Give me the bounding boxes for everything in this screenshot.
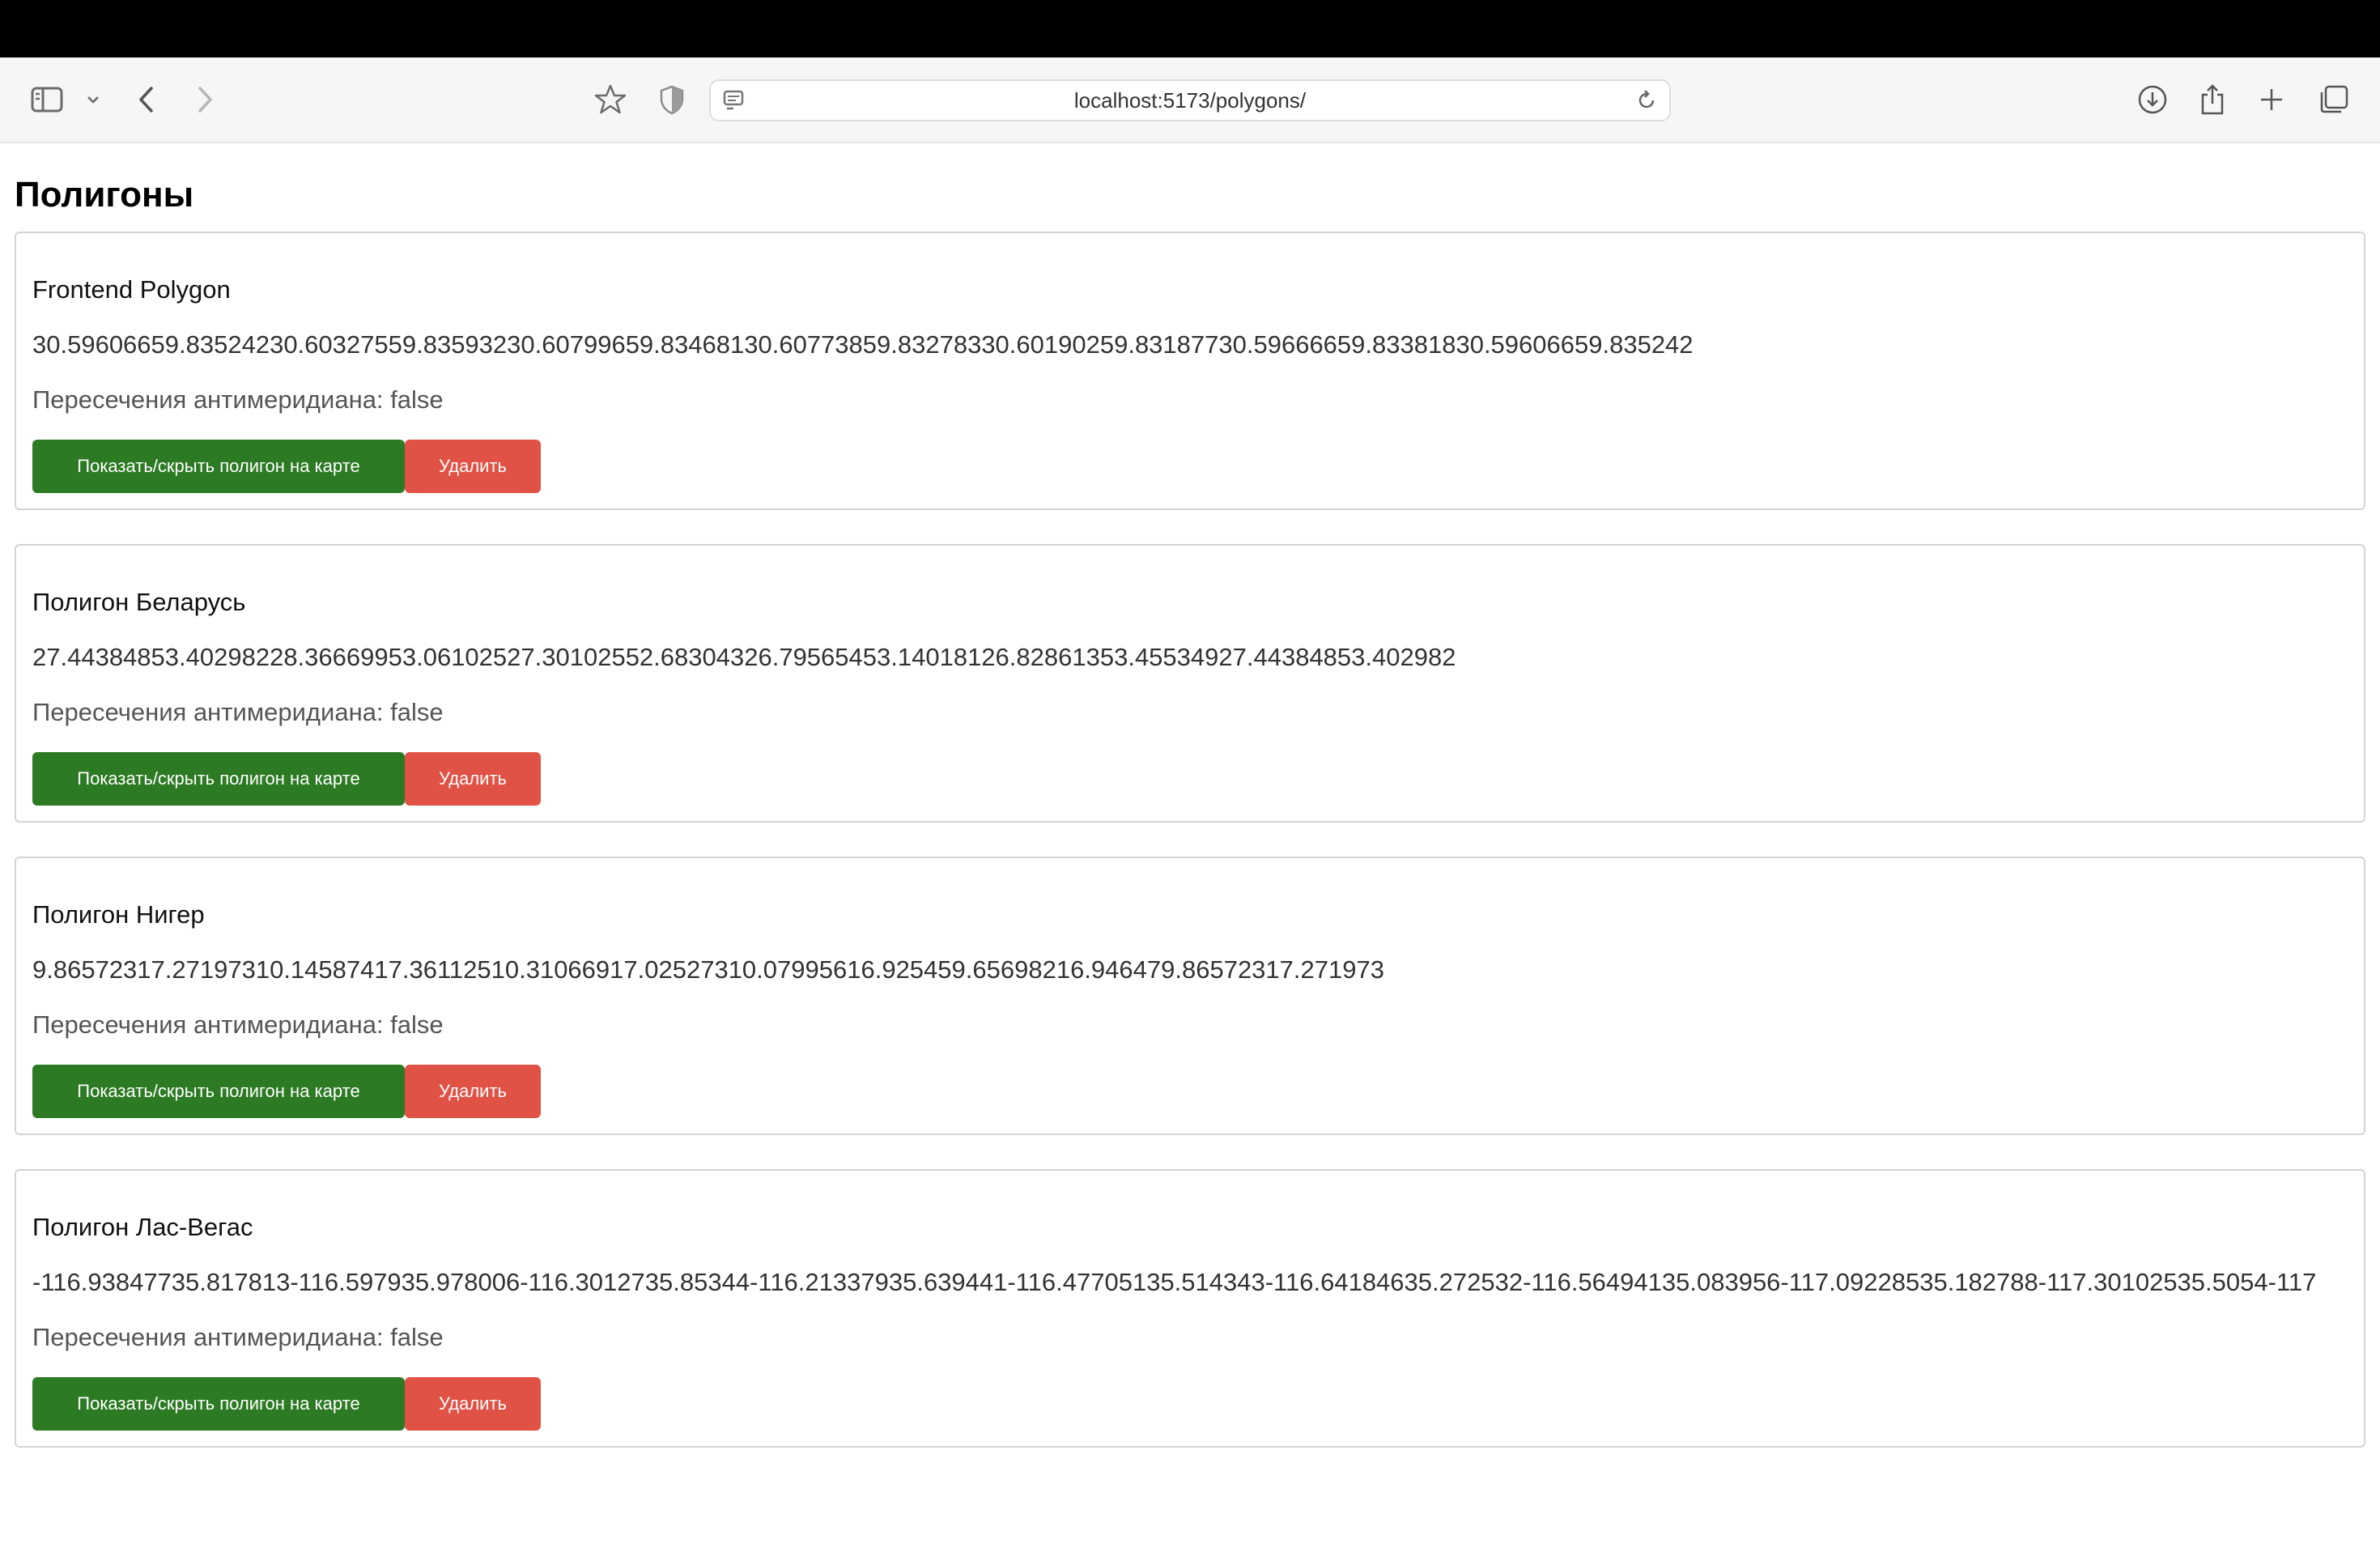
chevron-down-icon[interactable] — [86, 94, 100, 105]
plus-icon[interactable] — [2259, 87, 2284, 113]
polygon-card: Полигон Нигер 9.86572317.27197310.145874… — [15, 857, 2365, 1135]
toggle-polygon-button[interactable]: Показать/скрыть полигон на карте — [32, 1065, 405, 1118]
address-bar[interactable]: localhost:5173/polygons/ — [709, 79, 1671, 121]
polygon-antimeridian: Пересечения антимеридиана: false — [32, 385, 444, 414]
polygon-card: Полигон Лас-Вегас -116.93847735.817813-1… — [15, 1169, 2365, 1448]
reload-icon[interactable] — [1635, 89, 1658, 112]
url-text[interactable]: localhost:5173/polygons/ — [711, 81, 1669, 120]
polygon-name: Frontend Polygon — [32, 275, 231, 304]
polygon-list: Frontend Polygon 30.59606659.83524230.60… — [15, 232, 2365, 1448]
share-icon[interactable] — [2199, 83, 2226, 116]
polygon-name: Полигон Нигер — [32, 900, 205, 929]
back-arrow-icon[interactable] — [136, 85, 157, 114]
polygon-actions: Показать/скрыть полигон на карте Удалить — [32, 752, 541, 806]
tabs-overview-icon[interactable] — [2318, 84, 2349, 115]
polygon-actions: Показать/скрыть полигон на карте Удалить — [32, 1377, 541, 1431]
polygon-antimeridian: Пересечения антимеридиана: false — [32, 1010, 444, 1039]
polygon-coordinates: 30.59606659.83524230.60327559.83593230.6… — [32, 330, 1694, 359]
window-top-bar — [0, 0, 2380, 57]
polygon-antimeridian: Пересечения антимеридиана: false — [32, 698, 444, 726]
star-icon[interactable] — [594, 83, 627, 116]
shield-icon[interactable] — [659, 84, 685, 115]
polygon-coordinates: 27.44384853.40298228.36669953.06102527.3… — [32, 643, 1456, 671]
page-content: Полигоны Frontend Polygon 30.59606659.83… — [0, 143, 2380, 1448]
sidebar-icon[interactable] — [31, 86, 63, 113]
polygon-actions: Показать/скрыть полигон на карте Удалить — [32, 1065, 541, 1118]
delete-polygon-button[interactable]: Удалить — [405, 440, 541, 493]
page-title: Полигоны — [15, 175, 194, 215]
delete-polygon-button[interactable]: Удалить — [405, 1377, 541, 1431]
polygon-coordinates: 9.86572317.27197310.14587417.36112510.31… — [32, 955, 1384, 984]
polygon-coordinates: -116.93847735.817813-116.597935.978006-1… — [32, 1268, 2317, 1296]
polygon-name: Полигон Лас-Вегас — [32, 1213, 253, 1241]
delete-polygon-button[interactable]: Удалить — [405, 1065, 541, 1118]
browser-toolbar: localhost:5173/polygons/ — [0, 57, 2380, 143]
polygon-card: Полигон Беларусь 27.44384853.40298228.36… — [15, 544, 2365, 823]
forward-arrow-icon[interactable] — [194, 85, 215, 114]
toggle-polygon-button[interactable]: Показать/скрыть полигон на карте — [32, 752, 405, 806]
polygon-antimeridian: Пересечения антимеридиана: false — [32, 1323, 444, 1351]
toggle-polygon-button[interactable]: Показать/скрыть полигон на карте — [32, 440, 405, 493]
polygon-card: Frontend Polygon 30.59606659.83524230.60… — [15, 232, 2365, 510]
polygon-actions: Показать/скрыть полигон на карте Удалить — [32, 440, 541, 493]
toggle-polygon-button[interactable]: Показать/скрыть полигон на карте — [32, 1377, 405, 1431]
polygon-name: Полигон Беларусь — [32, 588, 246, 616]
delete-polygon-button[interactable]: Удалить — [405, 752, 541, 806]
download-icon[interactable] — [2137, 84, 2168, 115]
